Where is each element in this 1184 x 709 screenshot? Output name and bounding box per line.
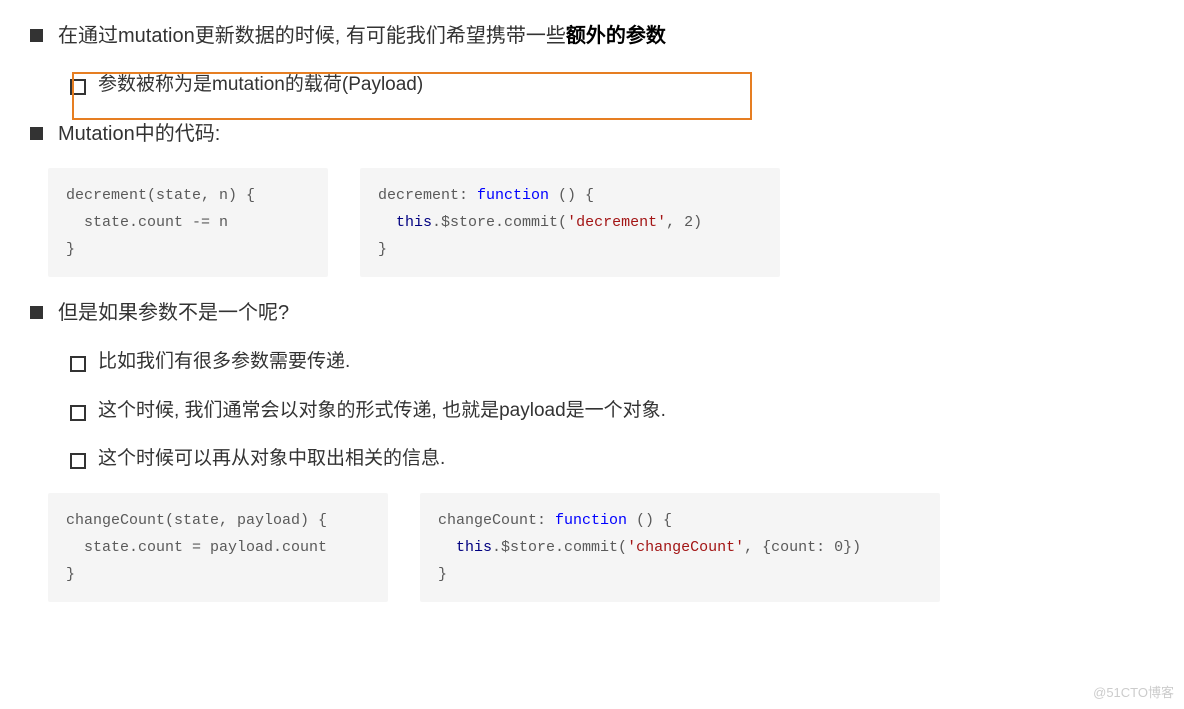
bullet-5: 比如我们有很多参数需要传递. <box>70 347 1154 377</box>
bullet-6: 这个时候, 我们通常会以对象的形式传递, 也就是payload是一个对象. <box>70 396 1154 426</box>
bullet-2-text: 参数被称为是mutation的载荷(Payload) <box>98 74 423 95</box>
bullet-5-text: 比如我们有很多参数需要传递. <box>98 351 350 372</box>
bullet-7-text: 这个时候可以再从对象中取出相关的信息. <box>98 448 445 469</box>
content-list-2: 但是如果参数不是一个呢? 比如我们有很多参数需要传递. 这个时候, 我们通常会以… <box>30 297 1154 474</box>
code-block-changecount-def: changeCount(state, payload) { state.coun… <box>48 493 388 602</box>
code-block-changecount-call: changeCount: function () { this.$store.c… <box>420 493 940 602</box>
bullet-2: 参数被称为是mutation的载荷(Payload) <box>70 70 1154 100</box>
bullet-1: 在通过mutation更新数据的时候, 有可能我们希望携带一些额外的参数 <box>30 20 1154 52</box>
code-block-decrement-def: decrement(state, n) { state.count -= n } <box>48 168 328 277</box>
bullet-4-text: 但是如果参数不是一个呢? <box>58 302 289 324</box>
bullet-1-text: 在通过mutation更新数据的时候, 有可能我们希望携带一些 <box>58 25 566 47</box>
bullet-4: 但是如果参数不是一个呢? <box>30 297 1154 329</box>
watermark: @51CTO博客 <box>1093 682 1174 701</box>
bullet-7: 这个时候可以再从对象中取出相关的信息. <box>70 444 1154 474</box>
bullet-3-text: Mutation中的代码: <box>58 123 220 145</box>
bullet-3: Mutation中的代码: <box>30 118 1154 150</box>
bullet-6-text: 这个时候, 我们通常会以对象的形式传递, 也就是payload是一个对象. <box>98 400 666 421</box>
code-row-2: changeCount(state, payload) { state.coun… <box>48 493 1154 602</box>
code-row-1: decrement(state, n) { state.count -= n }… <box>48 168 1154 277</box>
bullet-1-bold: 额外的参数 <box>566 25 666 47</box>
code-block-decrement-call: decrement: function () { this.$store.com… <box>360 168 780 277</box>
content-list: 在通过mutation更新数据的时候, 有可能我们希望携带一些额外的参数 参数被… <box>30 20 1154 150</box>
